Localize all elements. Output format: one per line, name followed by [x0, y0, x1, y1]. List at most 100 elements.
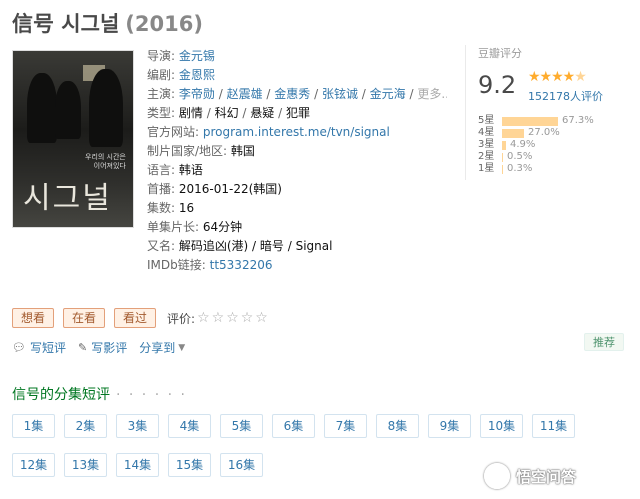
director-label: 导演:: [147, 49, 176, 63]
episode-button[interactable]: 12集: [12, 453, 55, 477]
bar-label: 2星: [478, 151, 495, 162]
bar-percent: 27.0%: [528, 127, 560, 138]
episode-button[interactable]: 16集: [220, 453, 263, 477]
episode-button[interactable]: 8集: [376, 414, 419, 438]
rating-breakdown: 5星 67.3% 4星 27.0% 3星 4.9% 2星 0.5% 1星 0.3%: [478, 115, 594, 175]
runtime-value: 64分钟: [202, 220, 243, 234]
episode-button[interactable]: 14集: [116, 453, 159, 477]
rating-bar: [502, 116, 558, 126]
rating-bar-row: 1星 0.3%: [478, 163, 594, 175]
rating-label: 豆瓣评分: [478, 47, 522, 60]
episode-button[interactable]: 9集: [428, 414, 471, 438]
poster-image[interactable]: 우리의 시간은 이어져있다 시그널: [12, 50, 134, 228]
star-icon: ★★★★: [528, 69, 575, 85]
episode-button[interactable]: 7集: [324, 414, 367, 438]
title-name: 信号 시그널: [12, 12, 120, 36]
share-dropdown[interactable]: 分享到 ▼: [139, 339, 185, 356]
rating-panel: 豆瓣评分 9.2 ★★★★★ 152178人评价 5星 67.3% 4星 27.0%…: [465, 45, 633, 180]
aka-label: 又名:: [147, 239, 176, 253]
episode-button[interactable]: 3集: [116, 414, 159, 438]
rate-label: 评价:: [167, 311, 196, 326]
watermark-text: 悟空问答: [516, 467, 577, 486]
episode-button[interactable]: 13集: [64, 453, 107, 477]
bar-label: 5星: [478, 115, 495, 126]
pencil-icon: ✎: [77, 341, 88, 354]
writer-link[interactable]: 金恩熙: [179, 68, 215, 82]
watching-button[interactable]: 在看: [63, 308, 106, 328]
want-button[interactable]: 想看: [12, 308, 55, 328]
episode-button[interactable]: 10集: [480, 414, 523, 438]
share-label: 分享到: [139, 341, 176, 355]
episode-button[interactable]: 11集: [532, 414, 575, 438]
interest-buttons: 想看 在看 看过 评价: ☆☆☆☆☆: [12, 308, 270, 328]
bar-label: 1星: [478, 163, 495, 174]
section-title-text: 信号的分集短评: [12, 387, 110, 403]
cast-more-link[interactable]: 更多...: [417, 87, 447, 101]
cast-label: 主演:: [147, 87, 176, 101]
wukong-logo-icon: [484, 463, 510, 489]
rate-stars-input[interactable]: ☆☆☆☆☆: [197, 310, 270, 326]
imdb-row: IMDb链接: tt5332206: [147, 256, 447, 275]
site-label: 官方网站:: [147, 125, 200, 139]
episodes-value: 16: [178, 201, 195, 215]
rating-stars: ★★★★★: [528, 69, 587, 85]
episodes-row: 集数: 16: [147, 199, 447, 218]
votes-link[interactable]: 152178人评价: [528, 88, 603, 104]
section-dots: · · · · · ·: [116, 387, 187, 403]
rating-bar: [502, 152, 503, 162]
runtime-label: 单集片长:: [147, 220, 200, 234]
short-review-link[interactable]: 💬︎ 写短评: [12, 339, 66, 356]
episodes-section-title: 信号的分集短评 · · · · · ·: [12, 384, 187, 404]
director-row: 导演: 金元锡: [147, 47, 447, 66]
cast-link[interactable]: 赵震雄: [227, 87, 263, 101]
writer-label: 编剧:: [147, 68, 176, 82]
cast-link[interactable]: 金元海: [370, 87, 406, 101]
director-link[interactable]: 金元锡: [179, 49, 215, 63]
review-label: 写影评: [91, 341, 128, 355]
review-link[interactable]: ✎ 写影评: [78, 339, 127, 356]
rating-score: 9.2: [478, 71, 517, 99]
site-row: 官方网站: program.interest.me/tvn/signal: [147, 123, 447, 142]
premiere-label: 首播:: [147, 182, 176, 196]
site-link[interactable]: program.interest.me/tvn/signal: [203, 125, 390, 139]
rating-bar: [502, 164, 503, 174]
recommend-button[interactable]: 推荐: [584, 333, 624, 351]
aka-row: 又名: 解码追凶(港) / 暗号 / Signal: [147, 237, 447, 256]
cast-link[interactable]: 李帝勋: [179, 87, 215, 101]
cast-link[interactable]: 金惠秀: [274, 87, 310, 101]
rating-bar-row: 5星 67.3%: [478, 115, 594, 127]
genre-label: 类型:: [147, 106, 176, 120]
title-year: (2016): [125, 12, 203, 36]
rating-bar-row: 2星 0.5%: [478, 151, 594, 163]
episode-button[interactable]: 15集: [168, 453, 211, 477]
poster-figure: [89, 69, 123, 147]
episode-button[interactable]: 1集: [12, 414, 55, 438]
page-title: 信号 시그널 (2016): [12, 8, 203, 38]
episode-button[interactable]: 5集: [220, 414, 263, 438]
poster-figure: [27, 73, 57, 143]
language-row: 语言: 韩语: [147, 161, 447, 180]
poster-caption: 우리의 시간은 이어져있다: [85, 153, 126, 170]
language-value: 韩语: [178, 163, 203, 177]
imdb-link[interactable]: tt5332206: [210, 258, 273, 272]
episode-button[interactable]: 4集: [168, 414, 211, 438]
episode-button[interactable]: 6集: [272, 414, 315, 438]
genre-value: 悬疑: [250, 106, 275, 120]
country-row: 制片国家/地区: 韩国: [147, 142, 447, 161]
cast-link[interactable]: 张铉诚: [322, 87, 358, 101]
poster-figure: [55, 81, 81, 139]
half-star-icon: ★: [574, 69, 587, 85]
rating-bar-row: 3星 4.9%: [478, 139, 594, 151]
aka-value: 解码追凶(港) / 暗号 / Signal: [178, 239, 333, 253]
country-value: 韩国: [230, 144, 255, 158]
premiere-value: 2016-01-22(韩国): [178, 182, 282, 196]
imdb-label: IMDb链接:: [147, 258, 206, 272]
watermark: 悟空问答: [484, 463, 576, 489]
genre-value: 科幻: [214, 106, 239, 120]
episode-button[interactable]: 2集: [64, 414, 107, 438]
watched-button[interactable]: 看过: [114, 308, 157, 328]
bar-percent: 4.9%: [510, 139, 536, 150]
bar-percent: 67.3%: [562, 115, 594, 126]
bar-label: 4星: [478, 127, 495, 138]
writer-row: 编剧: 金恩熙: [147, 66, 447, 85]
